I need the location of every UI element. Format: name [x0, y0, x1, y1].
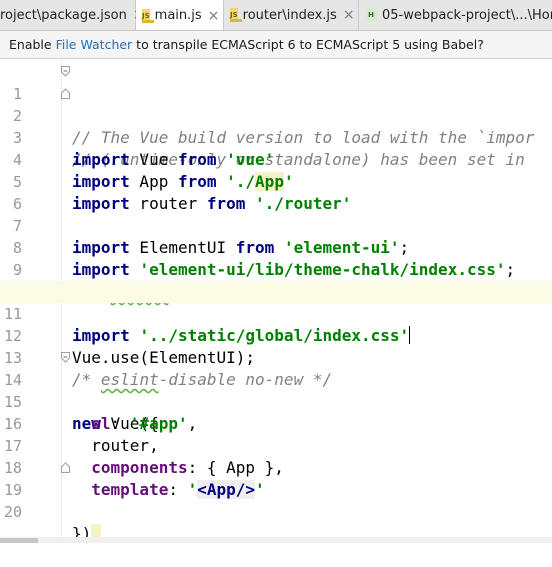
tab-label: main.js [154, 8, 202, 23]
file-watcher-link[interactable]: File Watcher [56, 37, 133, 52]
js-file-icon: JS [230, 8, 242, 22]
code-line[interactable]: 16 router, [0, 391, 552, 455]
code-line[interactable]: 5 import router from './router' [0, 149, 552, 213]
fold-end-icon[interactable] [61, 462, 70, 473]
code-line[interactable]: 13 /* eslint-disable no-new */ [0, 325, 552, 389]
tab-router-index-js[interactable]: JS router\index.js × [224, 0, 359, 30]
code-line[interactable]: 6 [0, 171, 552, 213]
code-line[interactable]: 1 // The Vue build version to load with … [0, 61, 552, 147]
close-icon[interactable]: × [208, 8, 220, 24]
fold-end-icon[interactable] [61, 88, 70, 99]
fold-start-icon[interactable] [61, 66, 70, 77]
code-line[interactable]: 19 }) [0, 457, 552, 543]
code-line[interactable]: 7 import ElementUI from 'element-ui'; [0, 193, 552, 257]
notice-prefix: Enable [9, 37, 56, 52]
editor-tab-bar: roject\package.json × JS main.js × JS ro… [0, 0, 552, 31]
notice-suffix: to transpile ECMAScript 6 to ECMAScript … [132, 37, 484, 52]
code-line[interactable]: 4 import App from './App' [0, 127, 552, 191]
html-file-icon: H [365, 8, 377, 22]
code-line[interactable]: 8 import 'element-ui/lib/theme-chalk/ind… [0, 215, 552, 279]
horizontal-scrollbar[interactable] [0, 537, 552, 543]
code-editor[interactable]: 1 // The Vue build version to load with … [0, 59, 552, 543]
code-line[interactable]: 2 // (runtime-only or standalone) has be… [0, 83, 552, 169]
code-line[interactable]: 9 Vue.config.productionTip = false [0, 237, 552, 301]
close-icon[interactable]: × [343, 7, 355, 23]
tab-label: roject\package.json [0, 7, 127, 23]
code-line-current[interactable]: 11 import '../static/global/index.css' [0, 281, 552, 345]
code-line[interactable]: 14 new Vue({ [0, 347, 552, 433]
scrollbar-thumb[interactable] [0, 538, 38, 543]
code-line[interactable]: 3 import Vue from 'vue' [0, 105, 552, 169]
code-line[interactable]: 20 [0, 479, 552, 521]
tab-label: router\index.js [242, 7, 337, 23]
fold-start-icon[interactable] [61, 352, 70, 363]
file-watcher-notification: Enable File Watcher to transpile ECMAScr… [0, 31, 552, 59]
tab-label: 05-webpack-project\...\Home [382, 7, 552, 23]
tab-home-html[interactable]: H 05-webpack-project\...\Home [359, 0, 552, 30]
code-line[interactable]: 10 [0, 259, 552, 301]
code-line[interactable]: 18 template: '<App/>' [0, 435, 552, 499]
code-line[interactable]: 12 Vue.use(ElementUI); [0, 303, 552, 367]
tab-main-js[interactable]: JS main.js × [136, 0, 224, 30]
js-file-icon: JS [142, 8, 154, 23]
code-line[interactable]: 15 el: '#app', [0, 369, 552, 433]
line-number: 20 [3, 503, 22, 521]
tab-package-json[interactable]: roject\package.json × [0, 0, 145, 30]
code-line[interactable]: 17 components: { App }, [0, 413, 552, 477]
